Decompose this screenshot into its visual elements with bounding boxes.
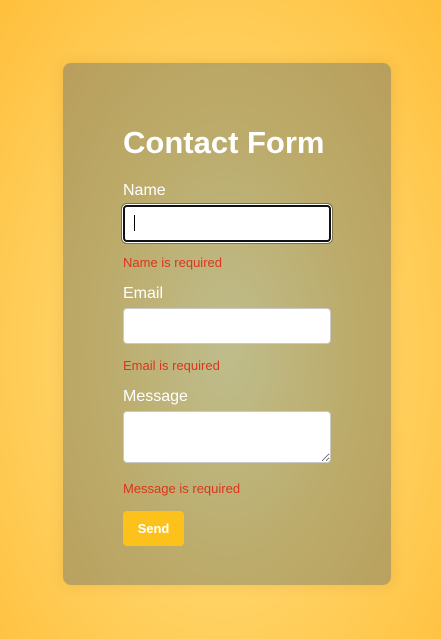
form-title: Contact Form [123,125,325,160]
name-error: Name is required [123,255,222,270]
message-error: Message is required [123,481,241,496]
message-textarea[interactable] [123,411,331,463]
text-caret [134,215,135,231]
email-label: Email [123,285,164,302]
name-label: Name [123,182,166,199]
send-button[interactable]: Send [123,511,184,546]
email-input[interactable] [123,308,331,344]
email-error: Email is required [123,358,220,373]
name-input[interactable] [123,205,331,242]
message-label: Message [123,388,188,405]
